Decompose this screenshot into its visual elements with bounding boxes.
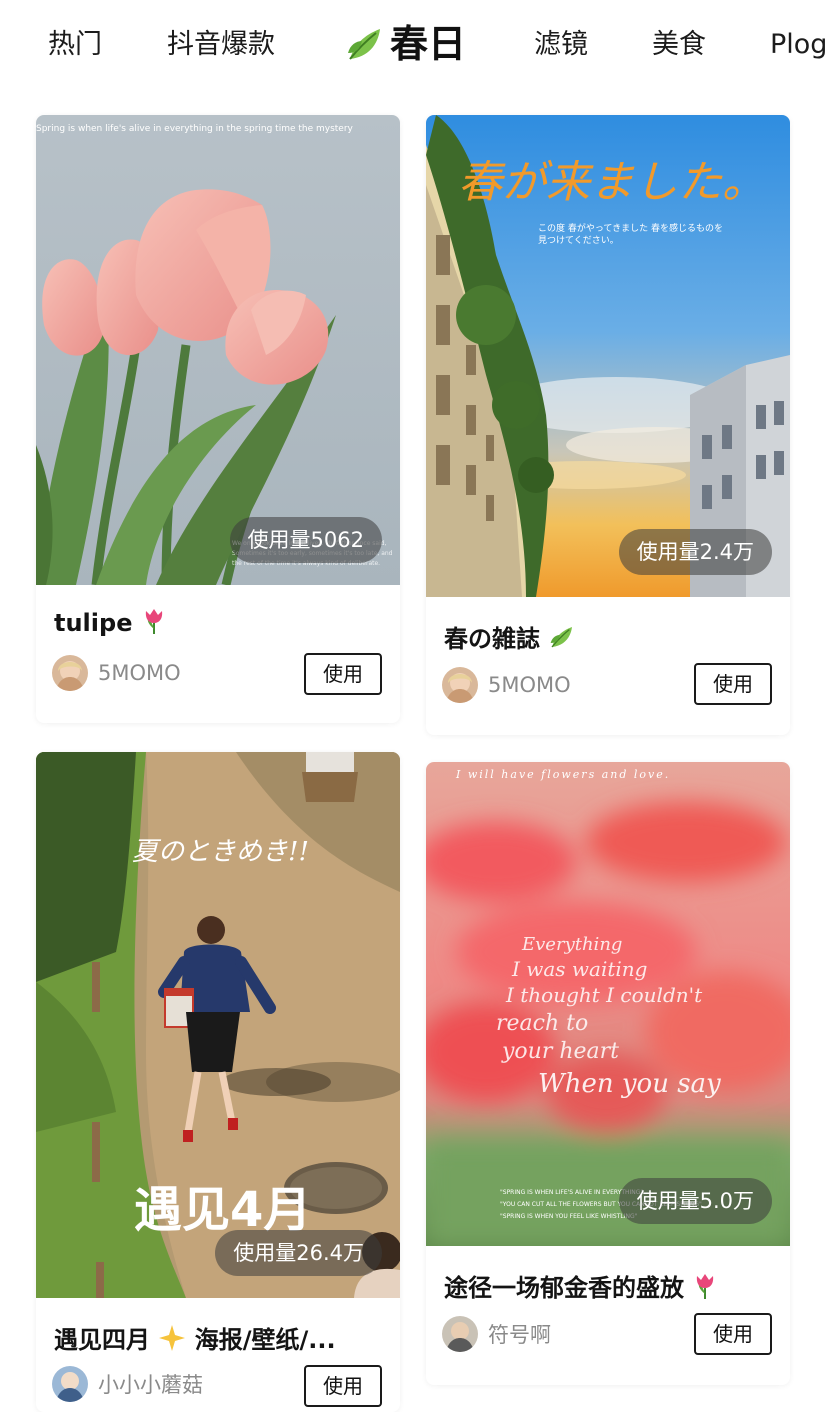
template-title: 遇见四月 海报/壁纸/... [54,1320,384,1358]
author-name: 5MOMO [98,661,181,685]
usage-count-badge: 使用量5062 [229,517,382,563]
template-card[interactable]: I will have flowers and love. Everything… [426,762,790,1385]
svg-text:見つけてください。: 見つけてください。 [538,235,619,246]
use-template-button[interactable]: 使用 [304,1365,382,1407]
sparkle-icon [158,1324,186,1358]
avatar [52,655,88,691]
tulip-icon [692,1272,718,1306]
author-name: 小小小蘑菇 [98,1373,203,1397]
template-title: 途径一场郁金香的盛放 [444,1268,774,1306]
overlay-caption: Spring is when life's alive in everythin… [36,124,354,134]
usage-count-badge: 使用量5.0万 [618,1178,772,1224]
tab-spring[interactable]: 春日 [344,19,466,69]
overlay-caption: I will have flowers and love. [455,768,670,781]
author-row[interactable]: 符号啊 [442,1315,551,1353]
template-card[interactable]: Spring is when life's alive in everythin… [36,115,400,723]
use-template-button[interactable]: 使用 [304,653,382,695]
avatar [442,667,478,703]
author-name: 5MOMO [488,673,571,697]
template-thumbnail[interactable]: 夏のときめき!! 遇见4月 使用量26.4万 [36,752,400,1298]
svg-text:reach to: reach to [496,1011,588,1036]
avatar [52,1366,88,1402]
svg-text:Everything: Everything [521,934,622,955]
tulip-icon [141,607,167,641]
use-template-button[interactable]: 使用 [694,1313,772,1355]
author-name: 符号啊 [488,1323,551,1347]
svg-text:I was waiting: I was waiting [511,957,647,981]
usage-count-badge: 使用量26.4万 [215,1230,382,1276]
overlay-title: 夏のときめき!! [132,837,309,867]
template-thumbnail[interactable]: Spring is when life's alive in everythin… [36,115,400,585]
overlay-title: 春が来ました。 [458,157,766,208]
avatar [442,1316,478,1352]
usage-count-badge: 使用量2.4万 [618,529,772,575]
tab-douyin-hits[interactable]: 抖音爆款 [167,26,275,64]
author-row[interactable]: 小小小蘑菇 [52,1365,203,1403]
tab-spring-label: 春日 [390,22,467,66]
template-title: tulipe [54,607,384,641]
tab-plog[interactable]: Plog [770,26,827,64]
tab-food[interactable]: 美食 [652,26,706,64]
svg-text:この度 春がやってきました 春を感じるものを: この度 春がやってきました 春を感じるものを [538,222,723,234]
template-thumbnail[interactable]: I will have flowers and love. Everything… [426,762,790,1246]
template-card[interactable]: 夏のときめき!! 遇见4月 使用量26.4万 遇见四月 海报/壁纸/... 小小… [36,752,400,1412]
svg-text:your heart: your heart [501,1039,619,1064]
leaf-icon [548,623,576,657]
category-tab-bar: 热门 抖音爆款 春日 滤镜 美食 Plog [0,0,828,90]
tab-filter[interactable]: 滤镜 [534,26,588,64]
template-thumbnail[interactable]: 春が来ました。 この度 春がやってきました 春を感じるものを 見つけてください。… [426,115,790,597]
template-card[interactable]: 春が来ました。 この度 春がやってきました 春を感じるものを 見つけてください。… [426,115,790,735]
template-title: 春の雑誌 [444,619,774,657]
leaf-icon [344,23,386,65]
svg-text:"SPRING IS WHEN YOU FEEL LIKE: "SPRING IS WHEN YOU FEEL LIKE WHISTLING" [500,1213,638,1220]
tab-hot[interactable]: 热门 [48,26,102,64]
use-template-button[interactable]: 使用 [694,663,772,705]
overlay-script: When you say [538,1069,721,1099]
author-row[interactable]: 5MOMO [52,654,181,692]
svg-text:I thought I couldn't: I thought I couldn't [505,983,703,1007]
author-row[interactable]: 5MOMO [442,666,571,704]
